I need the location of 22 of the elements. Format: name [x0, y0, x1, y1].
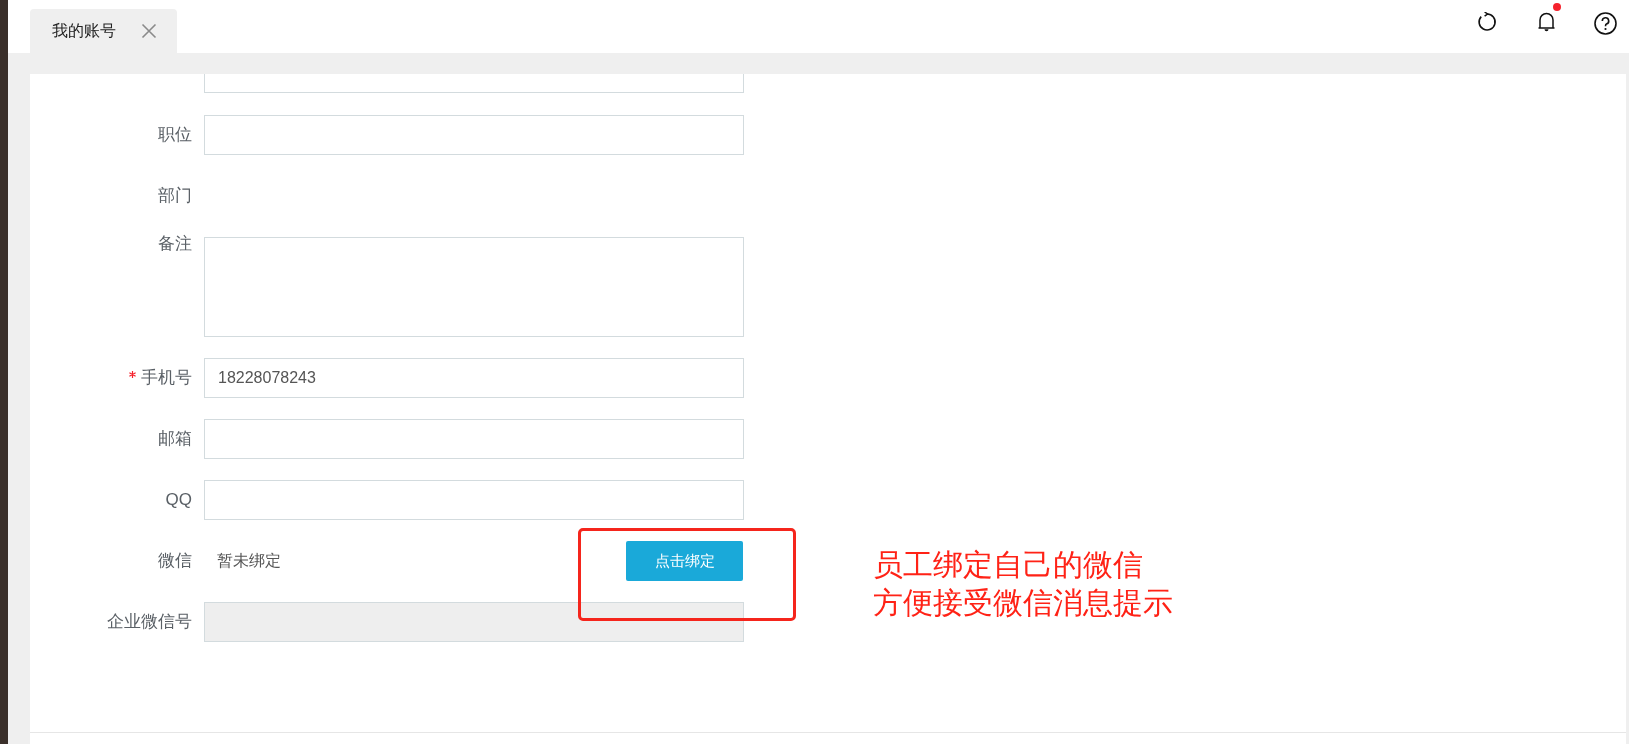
field-label: 备注 — [158, 234, 192, 254]
input-field[interactable] — [204, 74, 744, 93]
bell-icon[interactable] — [1538, 12, 1555, 32]
field-label: 手机号 — [141, 368, 192, 388]
field-label: 企业微信号 — [107, 612, 192, 632]
input-field[interactable] — [204, 419, 744, 459]
input-field[interactable]: 18228078243 — [204, 358, 744, 398]
field-label: 微信 — [158, 551, 192, 571]
textarea-field[interactable] — [204, 237, 744, 337]
input-field[interactable] — [204, 115, 744, 155]
binding-status: 暂未绑定 — [216, 550, 281, 571]
tab[interactable]: 我的账号 — [30, 9, 177, 53]
close-icon[interactable] — [141, 23, 157, 39]
input-field[interactable] — [204, 480, 744, 520]
field-label: 邮箱 — [158, 429, 192, 449]
field-label: 部门 — [158, 186, 192, 206]
help-icon[interactable] — [1594, 12, 1617, 35]
annotation-text: 员工绑定自己的微信 — [873, 547, 1144, 583]
field-label: 职位 — [158, 125, 192, 145]
refresh-icon[interactable] — [1477, 12, 1497, 32]
field-label: QQ — [165, 490, 192, 510]
annotation-text: 方便接受微信消息提示 — [873, 585, 1173, 621]
